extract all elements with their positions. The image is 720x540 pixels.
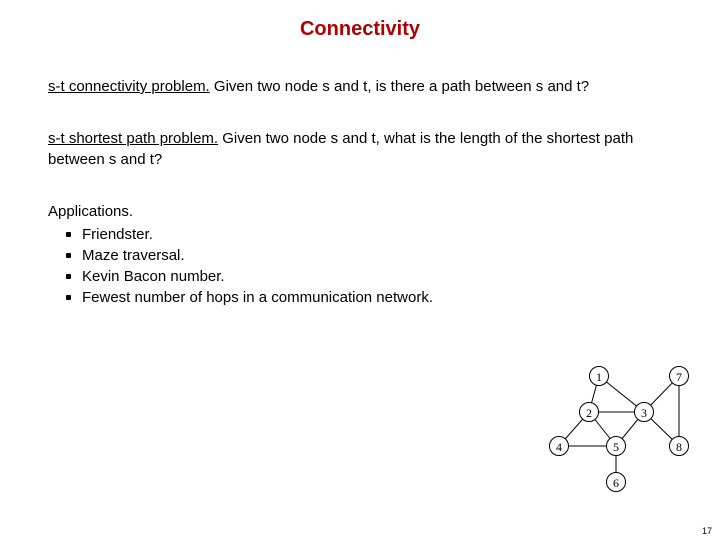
list-item: Fewest number of hops in a communication… (64, 287, 672, 308)
list-item: Kevin Bacon number. (64, 266, 672, 287)
graph-node: 8 (669, 436, 689, 456)
graph-node: 7 (669, 366, 689, 386)
graph-node: 3 (634, 402, 654, 422)
list-item: Maze traversal. (64, 245, 672, 266)
page-title: Connectivity (48, 18, 672, 41)
slide: Connectivity s-t connectivity problem. G… (0, 0, 720, 540)
graph-node: 6 (606, 472, 626, 492)
page-number: 17 (702, 526, 712, 536)
problem-shortest-path: s-t shortest path problem. Given two nod… (48, 129, 672, 170)
graph-node: 5 (606, 436, 626, 456)
graph-figure: 1 2 3 4 5 6 7 8 (544, 364, 694, 494)
graph-node: 1 (589, 366, 609, 386)
graph-node: 4 (549, 436, 569, 456)
list-item: Friendster. (64, 224, 672, 245)
applications-block: Applications. Friendster. Maze traversal… (48, 202, 672, 308)
graph-node: 2 (579, 402, 599, 422)
term-shortest-path: s-t shortest path problem. (48, 130, 218, 147)
applications-list: Friendster. Maze traversal. Kevin Bacon … (64, 224, 672, 308)
problem-connectivity: s-t connectivity problem. Given two node… (48, 77, 672, 97)
text-connectivity: Given two node s and t, is there a path … (210, 78, 589, 95)
term-connectivity: s-t connectivity problem. (48, 78, 210, 95)
applications-heading: Applications. (48, 202, 672, 222)
